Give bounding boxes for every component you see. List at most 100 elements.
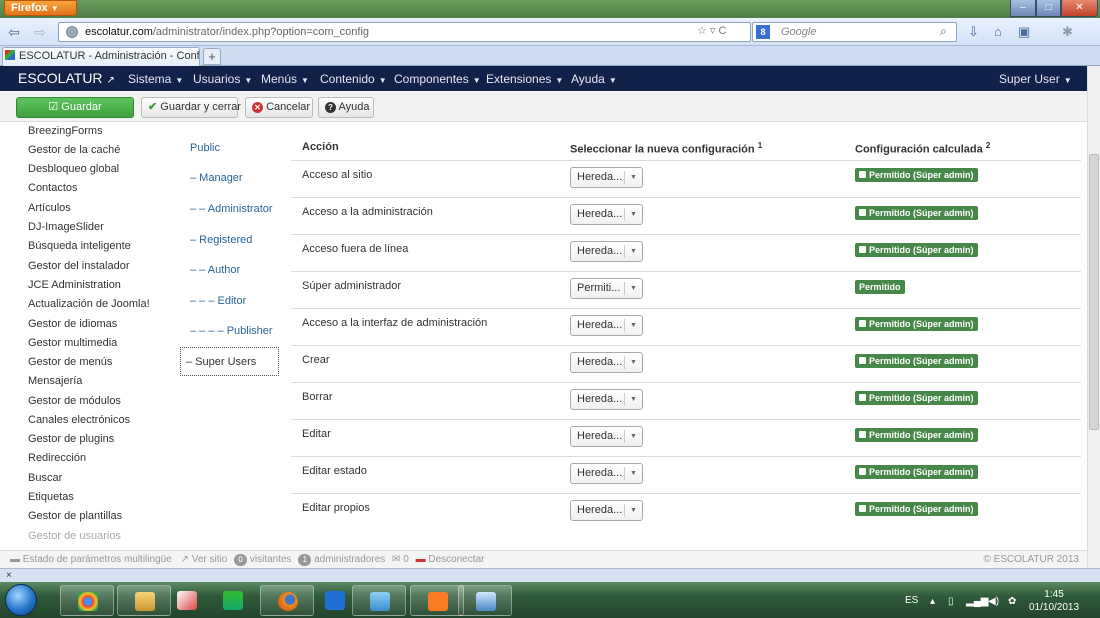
- component-item[interactable]: Gestor de plantillas: [28, 510, 122, 522]
- taskbar-app-7[interactable]: [352, 585, 406, 616]
- tray-app-icon[interactable]: ✿: [1008, 596, 1016, 607]
- permission-select[interactable]: Hereda... ▼: [570, 167, 643, 188]
- component-item[interactable]: Etiquetas: [28, 491, 74, 503]
- tab-escolatur[interactable]: ESCOLATUR - Administración - Configu...: [2, 47, 200, 66]
- component-item[interactable]: Actualización de Joomla!: [28, 298, 150, 310]
- component-item[interactable]: Gestor del instalador: [28, 260, 130, 272]
- permission-select[interactable]: Hereda... ▼: [570, 389, 643, 410]
- group-tab-publisher[interactable]: – – – – Publisher: [190, 325, 273, 337]
- component-item[interactable]: Mensajería: [28, 375, 82, 387]
- new-tab-button[interactable]: +: [203, 48, 221, 65]
- taskbar-chrome[interactable]: [60, 585, 114, 616]
- network-signal-icon[interactable]: ▂▄▆: [966, 596, 988, 607]
- group-tab-public[interactable]: Public: [190, 142, 220, 154]
- component-item[interactable]: Gestor de idiomas: [28, 318, 117, 330]
- menu-componentes[interactable]: Componentes ▼: [394, 72, 481, 86]
- permission-select[interactable]: Hereda... ▼: [570, 426, 643, 447]
- component-item[interactable]: Buscar: [28, 472, 62, 484]
- group-tab-author[interactable]: – – Author: [190, 264, 240, 276]
- bookmarks-icon[interactable]: ▣: [1018, 24, 1030, 40]
- permission-select[interactable]: Hereda... ▼: [570, 352, 643, 373]
- save-close-button[interactable]: ✔ Guardar y cerrar: [141, 97, 241, 118]
- group-tab-manager[interactable]: – Manager: [190, 172, 243, 184]
- component-item[interactable]: Gestor de la caché: [28, 144, 120, 156]
- component-item[interactable]: Contactos: [28, 182, 78, 194]
- close-addon-bar-icon[interactable]: ×: [6, 570, 12, 581]
- permission-select[interactable]: Hereda... ▼: [570, 500, 643, 521]
- component-item[interactable]: Gestor de menús: [28, 356, 112, 368]
- permission-select[interactable]: Hereda... ▼: [570, 315, 643, 336]
- group-tab-administrator[interactable]: – – Administrator: [190, 203, 273, 215]
- show-hidden-icons[interactable]: ▴: [930, 596, 935, 607]
- component-item[interactable]: Gestor de plugins: [28, 433, 114, 445]
- multilang-status-link[interactable]: ▬ Estado de parámetros multilingüe: [10, 554, 172, 565]
- admins-status: 1 administradores: [298, 554, 385, 566]
- save-button[interactable]: ☑ Guardar: [16, 97, 134, 118]
- group-tab-super-users[interactable]: – Super Users: [186, 356, 256, 368]
- download-icon[interactable]: ⇩: [968, 24, 979, 40]
- taskbar-app-9[interactable]: [458, 585, 512, 616]
- component-item[interactable]: Gestor de usuarios: [28, 530, 121, 542]
- search-icon[interactable]: ⌕: [940, 24, 947, 39]
- taskbar-app-4[interactable]: [206, 585, 260, 616]
- forward-button[interactable]: ⇨: [30, 23, 50, 41]
- component-item[interactable]: Artículos: [28, 202, 71, 214]
- view-site-link[interactable]: ↗ Ver sitio: [181, 554, 228, 565]
- maximize-button[interactable]: □: [1036, 0, 1061, 17]
- battery-icon[interactable]: ▯: [948, 596, 954, 607]
- site-identity-icon[interactable]: [66, 26, 78, 38]
- addon-icon[interactable]: ✱: [1062, 24, 1073, 40]
- permission-select[interactable]: Hereda... ▼: [570, 204, 643, 225]
- component-item[interactable]: Búsqueda inteligente: [28, 240, 131, 252]
- dropdown-arrow-icon: ▼: [624, 430, 642, 443]
- component-item[interactable]: Redirección: [28, 452, 86, 464]
- volume-icon[interactable]: ◀): [988, 596, 999, 607]
- browser-title-bar: [0, 0, 1100, 18]
- group-tab-editor[interactable]: – – – Editor: [190, 295, 246, 307]
- menu-contenido[interactable]: Contenido ▼: [320, 72, 387, 86]
- menu-ayuda[interactable]: Ayuda ▼: [571, 72, 617, 86]
- back-button[interactable]: ⇦: [4, 23, 24, 41]
- help-button[interactable]: ? Ayuda: [318, 97, 374, 118]
- permission-select[interactable]: Hereda... ▼: [570, 241, 643, 262]
- scrollbar-thumb[interactable]: [1089, 154, 1099, 430]
- url-bar[interactable]: escolatur.com/administrator/index.php?op…: [58, 22, 751, 42]
- menu-usuarios[interactable]: Usuarios ▼: [193, 72, 252, 86]
- permission-action: Editar estado: [302, 465, 367, 477]
- minimize-button[interactable]: –: [1010, 0, 1036, 17]
- group-tab-registered[interactable]: – Registered: [190, 234, 252, 246]
- dropdown-arrow-icon: ▼: [624, 208, 642, 221]
- admin-brand-link[interactable]: ESCOLATUR ↗: [18, 70, 115, 86]
- dropdown-arrow-icon: ▼: [624, 282, 642, 295]
- cancel-button[interactable]: ✕ Cancelar: [245, 97, 313, 118]
- search-engine-icon[interactable]: 8: [756, 25, 770, 39]
- calculated-badge: Permitido (Súper admin): [855, 243, 978, 257]
- component-item[interactable]: DJ-ImageSlider: [28, 221, 104, 233]
- clock[interactable]: 1:45 01/10/2013: [1029, 588, 1079, 614]
- close-window-button[interactable]: ✕: [1061, 0, 1098, 17]
- component-item[interactable]: Gestor multimedia: [28, 337, 117, 349]
- taskbar-firefox[interactable]: [260, 585, 314, 616]
- logout-link[interactable]: ▬ Desconectar: [416, 554, 485, 565]
- menu-extensiones[interactable]: Extensiones ▼: [486, 72, 563, 86]
- menu-menus[interactable]: Menús ▼: [261, 72, 309, 86]
- home-icon[interactable]: ⌂: [994, 24, 1002, 39]
- taskbar-xampp[interactable]: [410, 585, 464, 616]
- permission-select[interactable]: Hereda... ▼: [570, 463, 643, 484]
- component-item[interactable]: Canales electrónicos: [28, 414, 130, 426]
- user-menu[interactable]: Super User ▼: [999, 72, 1072, 86]
- component-item[interactable]: BreezingForms: [28, 125, 103, 137]
- lock-icon: [859, 505, 866, 512]
- menu-sistema[interactable]: Sistema ▼: [128, 72, 183, 86]
- messages-status[interactable]: ✉ 0: [392, 554, 409, 565]
- calculated-badge: Permitido (Súper admin): [855, 354, 978, 368]
- url-bar-actions[interactable]: ☆ ▿ C: [697, 24, 726, 37]
- component-item[interactable]: Gestor de módulos: [28, 395, 121, 407]
- language-indicator[interactable]: ES: [905, 595, 918, 606]
- search-input[interactable]: Google: [752, 22, 957, 42]
- start-button[interactable]: [5, 584, 37, 616]
- component-item[interactable]: Desbloqueo global: [28, 163, 119, 175]
- permission-select[interactable]: Permiti... ▼: [570, 278, 643, 299]
- firefox-menu-button[interactable]: Firefox ▼: [4, 0, 77, 16]
- component-item[interactable]: JCE Administration: [28, 279, 121, 291]
